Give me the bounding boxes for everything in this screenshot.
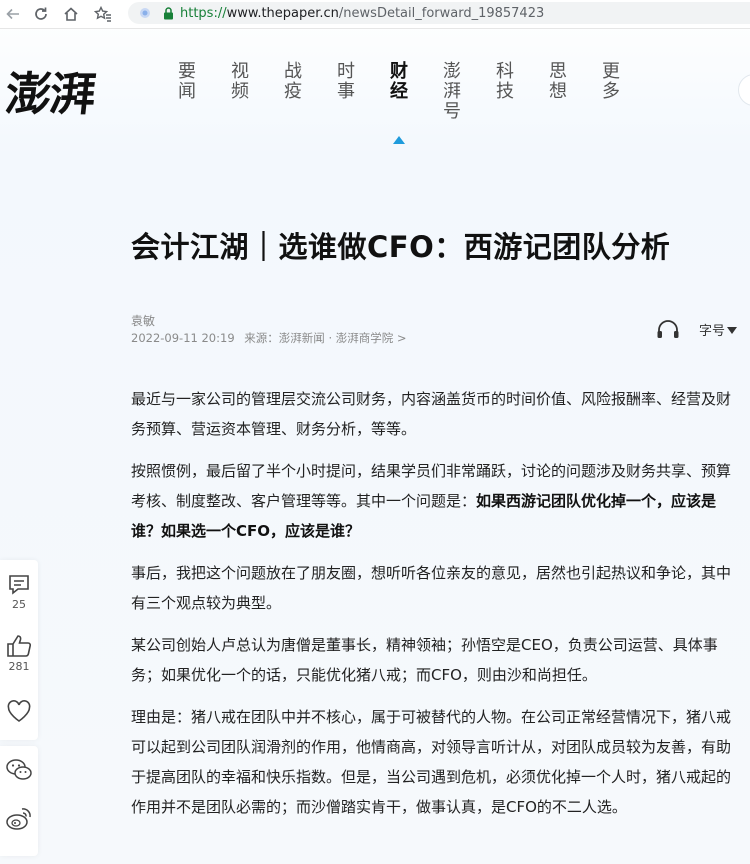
paragraph: 事后，我把这个问题放在了朋友圈，想听听各位亲友的意见，居然也引起热议和争论，其中… bbox=[131, 564, 732, 612]
address-bar[interactable]: https://www.thepaper.cn/newsDetail_forwa… bbox=[128, 2, 750, 24]
like-count: 281 bbox=[8, 660, 30, 673]
heart-icon bbox=[7, 700, 31, 722]
nav-item-caijing[interactable]: 财经 bbox=[389, 62, 442, 122]
comment-count: 25 bbox=[12, 598, 26, 611]
article-source[interactable]: 来源：澎湃新闻 · 澎湃商学院 > bbox=[244, 331, 406, 345]
url-text: https://www.thepaper.cn/newsDetail_forwa… bbox=[180, 5, 545, 21]
weibo-icon bbox=[6, 808, 31, 830]
article-author[interactable]: 袁敏 bbox=[131, 312, 155, 329]
thumbs-up-icon bbox=[7, 635, 32, 657]
reload-icon[interactable] bbox=[30, 4, 52, 24]
site-logo[interactable]: 澎湃 bbox=[3, 58, 98, 124]
weibo-share-button[interactable] bbox=[0, 806, 38, 832]
back-arrow-icon[interactable] bbox=[2, 4, 24, 24]
nav-item-shishi[interactable]: 时事 bbox=[336, 62, 389, 122]
nav-item-keji[interactable]: 科技 bbox=[495, 62, 548, 122]
share-panel-social bbox=[0, 746, 38, 856]
article-meta: 2022-09-11 20:19 来源：澎湃新闻 · 澎湃商学院 > bbox=[131, 330, 407, 346]
nav-item-sixiang[interactable]: 思想 bbox=[548, 62, 601, 122]
main-nav: 要闻 视频 战疫 时事 财经 澎湃号 科技 思想 更多 bbox=[177, 62, 654, 122]
wechat-icon bbox=[6, 759, 32, 780]
font-size-label: 字号 bbox=[699, 324, 726, 339]
comment-button[interactable]: 25 bbox=[0, 574, 38, 611]
share-panel-actions: 25 281 bbox=[0, 560, 38, 740]
paragraph: 某公司创始人卢总认为唐僧是董事长，精神领袖；孙悟空是CEO，负责公司运营、具体事… bbox=[131, 636, 718, 684]
browser-toolbar: https://www.thepaper.cn/newsDetail_forwa… bbox=[0, 0, 750, 29]
nav-item-yaowen[interactable]: 要闻 bbox=[177, 62, 230, 122]
caret-down-icon bbox=[727, 327, 738, 334]
nav-item-pengpaihao[interactable]: 澎湃号 bbox=[442, 62, 495, 122]
search-box[interactable] bbox=[738, 74, 750, 106]
comment-icon bbox=[9, 575, 29, 595]
nav-item-more[interactable]: 更多 bbox=[601, 62, 654, 122]
nav-item-video[interactable]: 视频 bbox=[230, 62, 283, 122]
wechat-share-button[interactable] bbox=[0, 758, 38, 782]
favorite-button[interactable] bbox=[0, 700, 38, 724]
paragraph: 理由是：猪八戒在团队中并不核心，属于可被替代的人物。在公司正常经营情况下，猪八戒… bbox=[131, 708, 732, 816]
site-info-icon[interactable] bbox=[138, 6, 152, 20]
active-nav-indicator bbox=[393, 136, 405, 144]
nav-item-zhanyi[interactable]: 战疫 bbox=[283, 62, 336, 122]
paragraph: 按照惯例，最后留了半个小时提问，结果学员们非常踊跃，讨论的问题涉及财务共享、预算… bbox=[131, 456, 741, 546]
bookmark-star-icon[interactable] bbox=[92, 4, 114, 24]
article-body: 最近与一家公司的管理层交流公司财务，内容涵盖货币的时间价值、风险报酬率、经营及财… bbox=[131, 384, 741, 834]
paragraph: 最近与一家公司的管理层交流公司财务，内容涵盖货币的时间价值、风险报酬率、经营及财… bbox=[131, 390, 732, 438]
article-title: 会计江湖｜选谁做CFO：西游记团队分析 bbox=[131, 230, 671, 264]
lock-icon bbox=[162, 6, 174, 20]
home-icon[interactable] bbox=[60, 4, 82, 24]
like-button[interactable]: 281 bbox=[0, 634, 38, 673]
font-size-toggle[interactable]: 字号 bbox=[699, 320, 738, 339]
article-date: 2022-09-11 20:19 bbox=[131, 331, 235, 345]
headphones-icon[interactable] bbox=[655, 318, 681, 340]
